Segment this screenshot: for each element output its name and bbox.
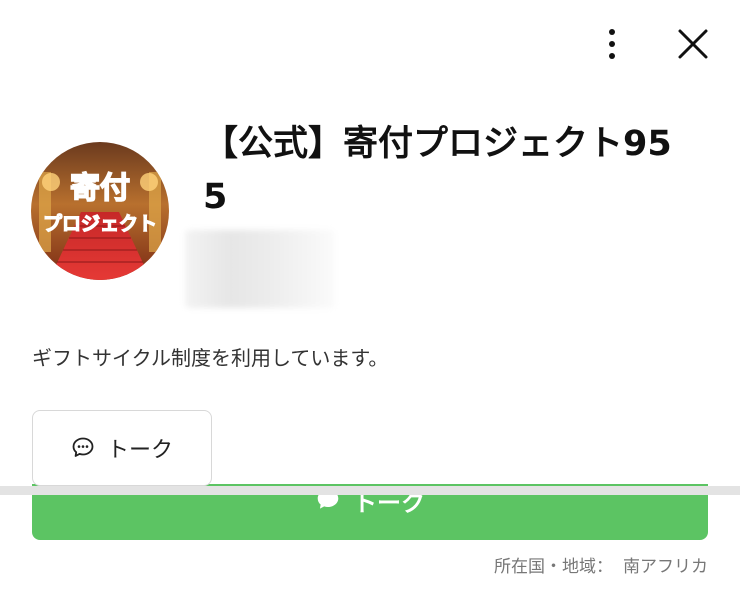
close-icon — [678, 29, 708, 59]
location-value: 南アフリカ — [623, 557, 708, 577]
chat-bubble-icon — [72, 437, 94, 457]
avatar-text-top: 寄付 — [70, 171, 130, 206]
close-button[interactable] — [671, 22, 715, 66]
divider-bar — [0, 486, 740, 495]
location-label: 所在国・地域： — [494, 557, 613, 577]
profile-name: 【公式】寄付プロジェクト955 — [203, 124, 672, 217]
location-info: 所在国・地域： 南アフリカ — [494, 552, 708, 577]
profile-popup: 寄付 プロジェクト 【公式】寄付プロジェクト955 ギフトサイクル制度を利用して… — [0, 0, 740, 600]
talk-button-label: トーク — [106, 438, 173, 463]
status-message: ギフトサイクル制度を利用しています。 — [32, 346, 389, 370]
vertical-ellipsis-icon — [609, 29, 615, 59]
avatar-text-bottom: プロジェクト — [43, 212, 157, 235]
talk-button[interactable]: トーク — [32, 410, 212, 486]
blurred-id-text — [185, 230, 335, 308]
more-options-button[interactable] — [590, 22, 634, 66]
avatar[interactable]: 寄付 プロジェクト — [31, 142, 169, 280]
